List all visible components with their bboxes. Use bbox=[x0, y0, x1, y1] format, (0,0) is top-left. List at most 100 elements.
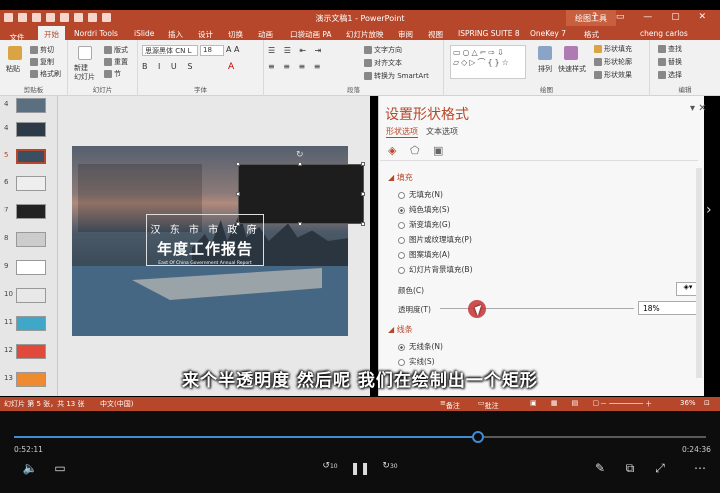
tab-transitions[interactable]: 切换 bbox=[228, 29, 243, 40]
tab-pocket-animation[interactable]: 口袋动画 PA bbox=[290, 29, 332, 40]
radio[interactable] bbox=[398, 221, 405, 229]
font-size-select[interactable]: 18 bbox=[200, 45, 224, 56]
tab-ispring[interactable]: ISPRING SUITE 8 bbox=[458, 29, 520, 38]
radio[interactable] bbox=[398, 251, 405, 259]
tab-text-options[interactable]: 文本选项 bbox=[426, 126, 458, 137]
slide-thumbnail[interactable] bbox=[16, 232, 46, 247]
resize-handle[interactable] bbox=[361, 162, 365, 166]
arrange-icon[interactable] bbox=[538, 46, 552, 60]
chevron-left-icon[interactable]: ‹ bbox=[2, 202, 8, 218]
size-properties-icon[interactable]: ▣ bbox=[433, 144, 443, 157]
fill-option-pattern[interactable]: 图案填充(A) bbox=[398, 249, 450, 260]
fullscreen-icon[interactable]: ⤢ bbox=[650, 461, 670, 476]
section-button[interactable]: 节 bbox=[104, 69, 121, 79]
slide-thumbnail[interactable] bbox=[16, 98, 46, 113]
font-color-button[interactable]: A bbox=[228, 62, 234, 72]
shape-fill-button[interactable]: 形状填充 bbox=[594, 44, 632, 54]
close-icon[interactable]: ▾ ✕ bbox=[690, 103, 707, 114]
quick-style-icon[interactable] bbox=[564, 46, 578, 60]
effects-icon[interactable]: ⬠ bbox=[410, 144, 420, 157]
cut-button[interactable]: 剪切 bbox=[30, 45, 54, 55]
tab-home[interactable]: 开始 bbox=[38, 26, 65, 40]
layout-button[interactable]: 版式 bbox=[104, 45, 128, 55]
tab-nordri[interactable]: Nordri Tools bbox=[74, 29, 118, 38]
radio[interactable] bbox=[398, 191, 405, 199]
fill-option-gradient[interactable]: 渐变填充(G) bbox=[398, 219, 451, 230]
slide-thumbnail[interactable] bbox=[16, 288, 46, 303]
find-button[interactable]: 查找 bbox=[658, 44, 682, 54]
fit-slide-icon[interactable]: ⊡ bbox=[704, 399, 710, 407]
resize-handle[interactable] bbox=[361, 222, 365, 226]
slide-thumbnail[interactable] bbox=[16, 204, 46, 219]
font-style-buttons[interactable]: B I U S bbox=[142, 62, 196, 71]
resize-handle[interactable] bbox=[236, 192, 240, 196]
fill-option-background[interactable]: 幻灯片背景填充(B) bbox=[398, 264, 473, 275]
align-buttons[interactable]: ≡ ≡ ≡ ≡ bbox=[268, 62, 323, 71]
paste-icon[interactable] bbox=[8, 46, 22, 60]
tab-view[interactable]: 视图 bbox=[428, 29, 443, 40]
slide-thumbnail-active[interactable] bbox=[16, 149, 46, 164]
new-slide-icon[interactable] bbox=[78, 46, 92, 60]
slide-thumbnail[interactable] bbox=[16, 344, 46, 359]
pen-icon[interactable]: ✎ bbox=[590, 461, 610, 475]
tab-design[interactable]: 设计 bbox=[198, 29, 213, 40]
radio[interactable] bbox=[398, 266, 405, 274]
resize-handle[interactable] bbox=[298, 222, 302, 226]
new-slide-button[interactable]: 新建 幻灯片 bbox=[74, 64, 95, 82]
resize-handle[interactable] bbox=[361, 192, 365, 196]
tab-slideshow[interactable]: 幻灯片放映 bbox=[346, 29, 384, 40]
notes-button[interactable]: ≡ 备注 bbox=[440, 399, 460, 410]
format-painter-button[interactable]: 格式刷 bbox=[30, 69, 61, 79]
fill-option-none[interactable]: 无填充(N) bbox=[398, 189, 443, 200]
fill-option-picture[interactable]: 图片或纹理填充(P) bbox=[398, 234, 472, 245]
fill-line-icon[interactable]: ◈ bbox=[388, 144, 396, 157]
line-section-header[interactable]: ◢ 线条 bbox=[388, 324, 413, 335]
zoom-slider[interactable]: － ──────── ＋ bbox=[600, 399, 652, 409]
text-direction-button[interactable]: 文字方向 bbox=[364, 45, 402, 55]
zoom-level[interactable]: 36% bbox=[680, 399, 696, 407]
quick-style-button[interactable]: 快速样式 bbox=[558, 64, 586, 74]
radio[interactable] bbox=[398, 358, 405, 366]
panel-scrollbar[interactable] bbox=[696, 168, 702, 378]
pause-icon[interactable]: ❚❚ bbox=[350, 461, 370, 475]
view-buttons[interactable]: ▣ ▦ ▤ ▢ bbox=[530, 399, 605, 407]
user-name[interactable]: cheng carlos bbox=[640, 29, 688, 38]
skip-back-button[interactable]: ↺10 bbox=[320, 461, 340, 471]
replace-button[interactable]: 替换 bbox=[658, 57, 682, 67]
resize-handle[interactable] bbox=[236, 162, 240, 166]
copy-button[interactable]: 复制 bbox=[30, 57, 54, 67]
list-buttons[interactable]: ☰ ☰ ⇤ ⇥ bbox=[268, 46, 324, 55]
paste-button[interactable]: 粘贴 bbox=[6, 64, 20, 74]
tab-islide[interactable]: iSlide bbox=[134, 29, 154, 38]
slide-thumbnail[interactable] bbox=[16, 176, 46, 191]
rotate-handle-icon[interactable]: ↻ bbox=[296, 150, 304, 160]
slide-thumbnail[interactable] bbox=[16, 122, 46, 137]
smartart-button[interactable]: 转换为 SmartArt bbox=[364, 71, 429, 81]
title-textbox[interactable]: 汉 东 市 市 政 府 年度工作报告 East Of China Governm… bbox=[146, 214, 264, 266]
reset-button[interactable]: 重置 bbox=[104, 57, 128, 67]
tab-shape-options[interactable]: 形状选项 bbox=[386, 126, 418, 138]
tab-insert[interactable]: 插入 bbox=[168, 29, 183, 40]
resize-handle[interactable] bbox=[298, 162, 302, 166]
comments-button[interactable]: ▭ 批注 bbox=[478, 399, 499, 410]
font-name-select[interactable]: 思源黑体 CN L bbox=[142, 45, 198, 56]
chevron-right-icon[interactable]: › bbox=[706, 202, 712, 218]
transparency-input[interactable]: 18% bbox=[638, 301, 700, 315]
slide-thumbnail[interactable] bbox=[16, 260, 46, 275]
font-grow-shrink[interactable]: A A bbox=[226, 45, 240, 54]
picture-in-picture-icon[interactable]: ⧉ bbox=[620, 461, 640, 476]
tab-animations[interactable]: 动画 bbox=[258, 29, 273, 40]
shape-outline-button[interactable]: 形状轮廓 bbox=[594, 57, 632, 67]
line-option-none[interactable]: 无线条(N) bbox=[398, 341, 443, 352]
shapes-gallery[interactable]: ▭○△⌐⇨⇩ ▱◇▷⌒{}☆ bbox=[450, 45, 526, 79]
slide-thumbnail[interactable] bbox=[16, 316, 46, 331]
window-buttons[interactable]: ? ▭ — ▢ ✕ bbox=[592, 12, 714, 22]
radio[interactable] bbox=[398, 236, 405, 244]
volume-icon[interactable]: 🔈 bbox=[20, 461, 40, 475]
radio-selected[interactable] bbox=[398, 343, 405, 351]
fill-section-header[interactable]: ◢ 填充 bbox=[388, 172, 413, 183]
select-button[interactable]: 选择 bbox=[658, 70, 682, 80]
arrange-button[interactable]: 排列 bbox=[538, 64, 552, 74]
tab-onekey[interactable]: OneKey 7 bbox=[530, 29, 566, 38]
align-text-button[interactable]: 对齐文本 bbox=[364, 58, 402, 68]
